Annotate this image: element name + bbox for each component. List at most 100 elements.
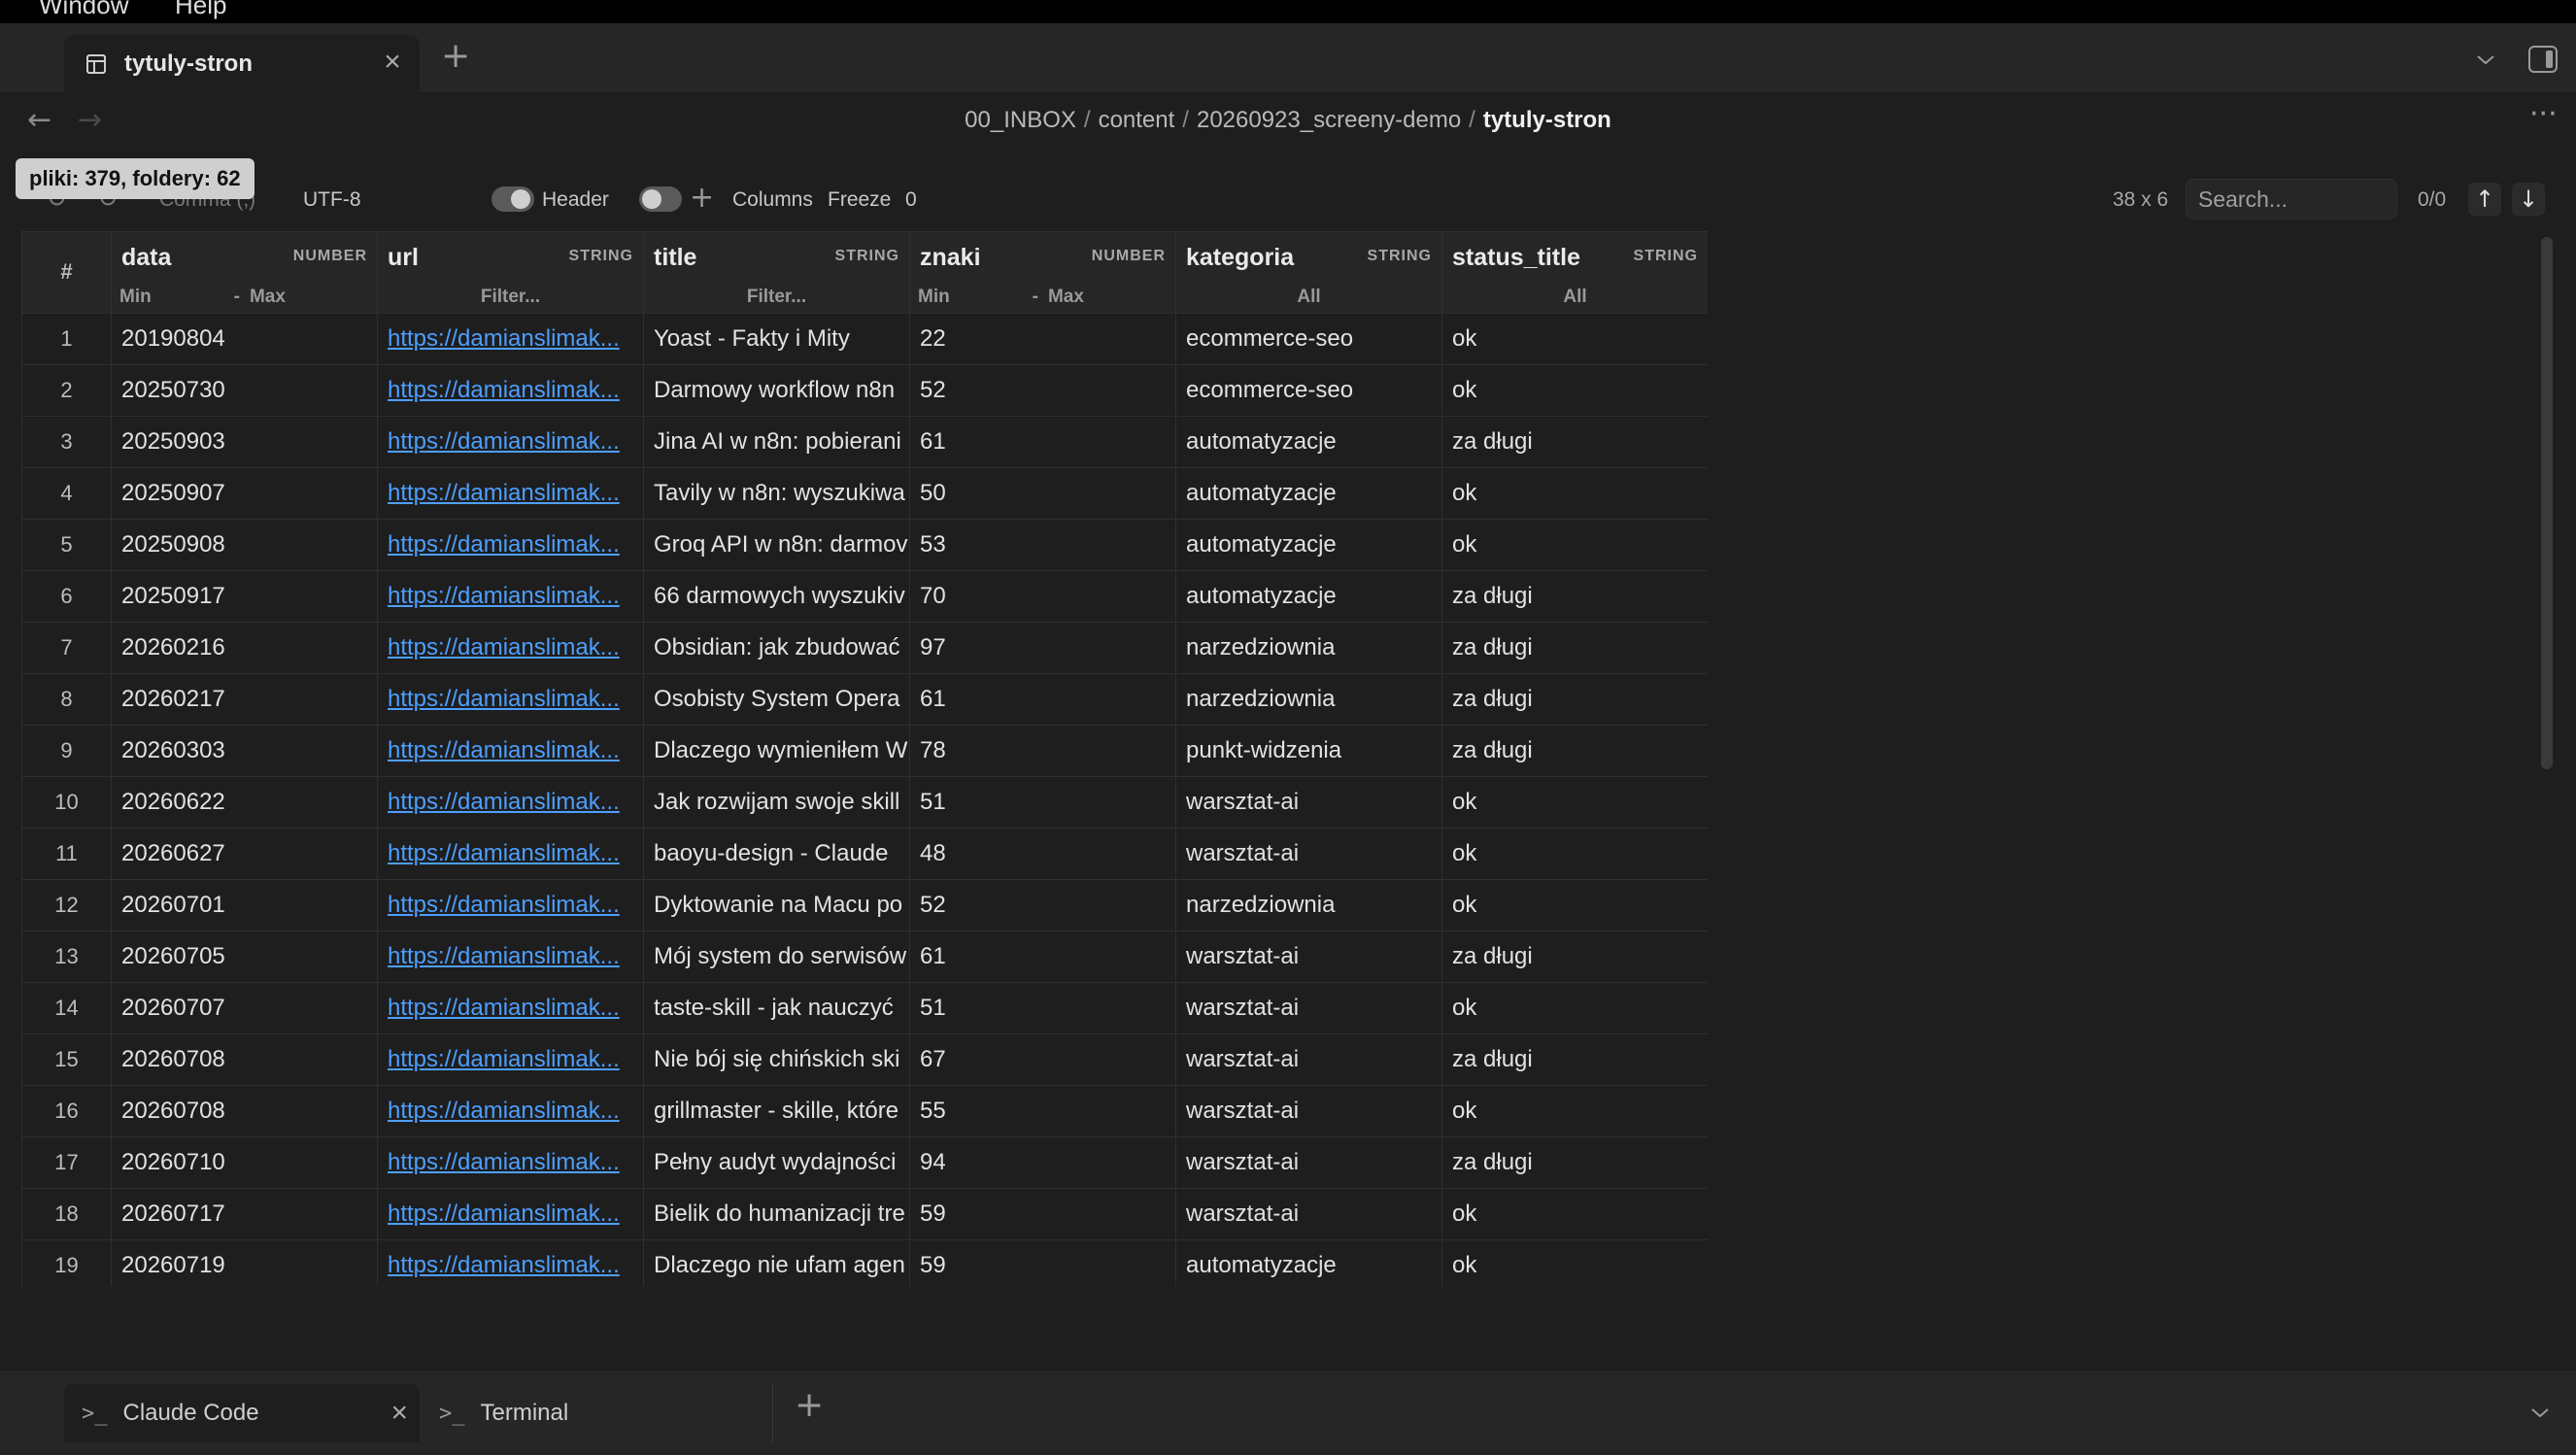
cell-status-title: ok	[1441, 364, 1708, 417]
vertical-scrollbar[interactable]	[2541, 237, 2553, 769]
row-index-cell: 6	[21, 570, 112, 623]
cell-url-link[interactable]: https://damianslimak...	[377, 622, 644, 674]
column-header-title[interactable]: title STRING Filter...	[643, 231, 910, 314]
table-row[interactable]: 4 20250907 https://damianslimak... Tavily w…	[21, 467, 1708, 520]
column-header-znaki[interactable]: znaki NUMBER Min - Max	[909, 231, 1176, 314]
text-filter-input[interactable]: Filter...	[645, 287, 909, 308]
category-filter-select[interactable]: All	[1177, 287, 1441, 308]
cell-title: Osobisty System Opera	[643, 673, 910, 726]
cell-url-link[interactable]: https://damianslimak...	[377, 1188, 644, 1240]
cell-url-link[interactable]: https://damianslimak...	[377, 1136, 644, 1189]
column-name: url	[388, 244, 419, 271]
cell-url-link[interactable]: https://damianslimak...	[377, 416, 644, 468]
data-table: # data NUMBER Min - Max url STRING Filte…	[21, 231, 1708, 1286]
column-header-url[interactable]: url STRING Filter...	[377, 231, 644, 314]
table-row[interactable]: 1 20190804 https://damianslimak... Yoast - …	[21, 313, 1708, 365]
chevron-down-icon[interactable]	[2529, 1402, 2551, 1423]
column-header-data[interactable]: data NUMBER Min - Max	[111, 231, 378, 314]
cell-url-link[interactable]: https://damianslimak...	[377, 673, 644, 726]
cell-url-link[interactable]: https://damianslimak...	[377, 313, 644, 365]
table-row[interactable]: 18 20260717 https://damianslimak... Bielik …	[21, 1188, 1708, 1240]
table-row[interactable]: 7 20260216 https://damianslimak... Obsidian…	[21, 622, 1708, 674]
cell-url-link[interactable]: https://damianslimak...	[377, 1085, 644, 1137]
max-filter-input[interactable]: Max	[1048, 287, 1084, 308]
cell-kategoria: automatyzacje	[1175, 570, 1442, 623]
cell-url-link[interactable]: https://damianslimak...	[377, 467, 644, 520]
cell-url-link[interactable]: https://damianslimak...	[377, 1239, 644, 1286]
table-row[interactable]: 3 20250903 https://damianslimak... Jina AI …	[21, 416, 1708, 468]
column-type: STRING	[1367, 248, 1432, 264]
cell-title: Tavily w n8n: wyszukiwa	[643, 467, 910, 520]
table-row[interactable]: 11 20260627 https://damianslimak... baoyu-d…	[21, 828, 1708, 880]
table-row[interactable]: 12 20260701 https://damianslimak... Dyktowa…	[21, 879, 1708, 931]
search-input[interactable]	[2186, 179, 2397, 220]
tab-claude-code[interactable]: >_ Claude Code ×	[64, 1384, 420, 1442]
cell-url-link[interactable]: https://damianslimak...	[377, 982, 644, 1034]
previous-match-arrow-up-icon[interactable]: ↑	[2468, 183, 2501, 216]
breadcrumb-item[interactable]: 00_INBOX	[965, 107, 1076, 133]
encoding-select[interactable]: UTF-8	[303, 188, 361, 212]
cell-status-title: ok	[1441, 1239, 1708, 1286]
cell-kategoria: narzedziownia	[1175, 622, 1442, 674]
cell-url-link[interactable]: https://damianslimak...	[377, 776, 644, 829]
system-menubar: Window Help	[0, 0, 2576, 23]
table-row[interactable]: 8 20260217 https://damianslimak... Osobisty…	[21, 673, 1708, 726]
cell-title: Dlaczego nie ufam agen	[643, 1239, 910, 1286]
cell-title: Darmowy workflow n8n	[643, 364, 910, 417]
cell-url-link[interactable]: https://damianslimak...	[377, 1033, 644, 1086]
freeze-value[interactable]: 0	[905, 188, 917, 212]
header-toggle[interactable]	[491, 186, 534, 212]
columns-toggle[interactable]	[639, 186, 682, 212]
row-index-cell: 4	[21, 467, 112, 520]
column-header-kategoria[interactable]: kategoria STRING All	[1175, 231, 1442, 314]
table-row[interactable]: 6 20250917 https://damianslimak... 66 darmo…	[21, 570, 1708, 623]
table-row[interactable]: 2 20250730 https://damianslimak... Darmowy …	[21, 364, 1708, 417]
status-filter-select[interactable]: All	[1443, 287, 1708, 308]
table-row[interactable]: 15 20260708 https://damianslimak... Nie bój…	[21, 1033, 1708, 1086]
close-tab-icon[interactable]: ×	[379, 46, 406, 78]
cell-url-link[interactable]: https://damianslimak...	[377, 725, 644, 777]
next-match-arrow-down-icon[interactable]: ↓	[2512, 183, 2545, 216]
table-row[interactable]: 9 20260303 https://damianslimak... Dlaczego…	[21, 725, 1708, 777]
table-row[interactable]: 19 20260719 https://damianslimak... Dlaczeg…	[21, 1239, 1708, 1286]
more-options-icon[interactable]: ···	[2529, 97, 2558, 131]
table-row[interactable]: 13 20260705 https://damianslimak... Mój sys…	[21, 931, 1708, 983]
min-filter-input[interactable]: Min	[918, 287, 950, 308]
min-filter-input[interactable]: Min	[119, 287, 152, 308]
breadcrumb-item[interactable]: content	[1099, 107, 1175, 133]
breadcrumb-item[interactable]: 20260923_screeny-demo	[1197, 107, 1461, 133]
cell-znaki: 50	[909, 467, 1176, 520]
sidebar-toggle-icon[interactable]	[2527, 45, 2559, 74]
close-tab-icon[interactable]: ×	[390, 1397, 408, 1430]
cell-url-link[interactable]: https://damianslimak...	[377, 570, 644, 623]
table-row[interactable]: 5 20250908 https://damianslimak... Groq API…	[21, 519, 1708, 571]
text-filter-input[interactable]: Filter...	[379, 287, 643, 308]
column-header-status-title[interactable]: status_title STRING All	[1441, 231, 1708, 314]
tab-terminal[interactable]: >_ Terminal	[424, 1384, 773, 1442]
cell-url-link[interactable]: https://damianslimak...	[377, 931, 644, 983]
new-terminal-plus-icon[interactable]: +	[795, 1388, 824, 1423]
cell-title: Jak rozwijam swoje skill	[643, 776, 910, 829]
cell-data: 20260707	[111, 982, 378, 1034]
table-row[interactable]: 14 20260707 https://damianslimak... taste-s…	[21, 982, 1708, 1034]
tab-tytuly-stron[interactable]: tytuly-stron ×	[64, 35, 420, 93]
column-name: data	[121, 244, 172, 271]
table-row[interactable]: 10 20260622 https://damianslimak... Jak roz…	[21, 776, 1708, 829]
table-row[interactable]: 17 20260710 https://damianslimak... Pełny a…	[21, 1136, 1708, 1189]
cell-data: 20260701	[111, 879, 378, 931]
table-row[interactable]: 16 20260708 https://damianslimak... grillma…	[21, 1085, 1708, 1137]
cell-url-link[interactable]: https://damianslimak...	[377, 364, 644, 417]
cell-url-link[interactable]: https://damianslimak...	[377, 879, 644, 931]
max-filter-input[interactable]: Max	[250, 287, 286, 308]
cell-title: Dlaczego wymieniłem W	[643, 725, 910, 777]
add-column-plus-icon[interactable]: +	[690, 181, 714, 215]
chevron-down-icon[interactable]	[2475, 49, 2496, 70]
cell-title: Jina AI w n8n: pobierani	[643, 416, 910, 468]
new-tab-plus-icon[interactable]: +	[441, 39, 470, 74]
columns-label[interactable]: Columns	[732, 188, 813, 212]
column-type: STRING	[568, 248, 633, 264]
menu-window[interactable]: Window	[39, 0, 128, 20]
menu-help[interactable]: Help	[175, 0, 226, 20]
cell-url-link[interactable]: https://damianslimak...	[377, 828, 644, 880]
cell-url-link[interactable]: https://damianslimak...	[377, 519, 644, 571]
